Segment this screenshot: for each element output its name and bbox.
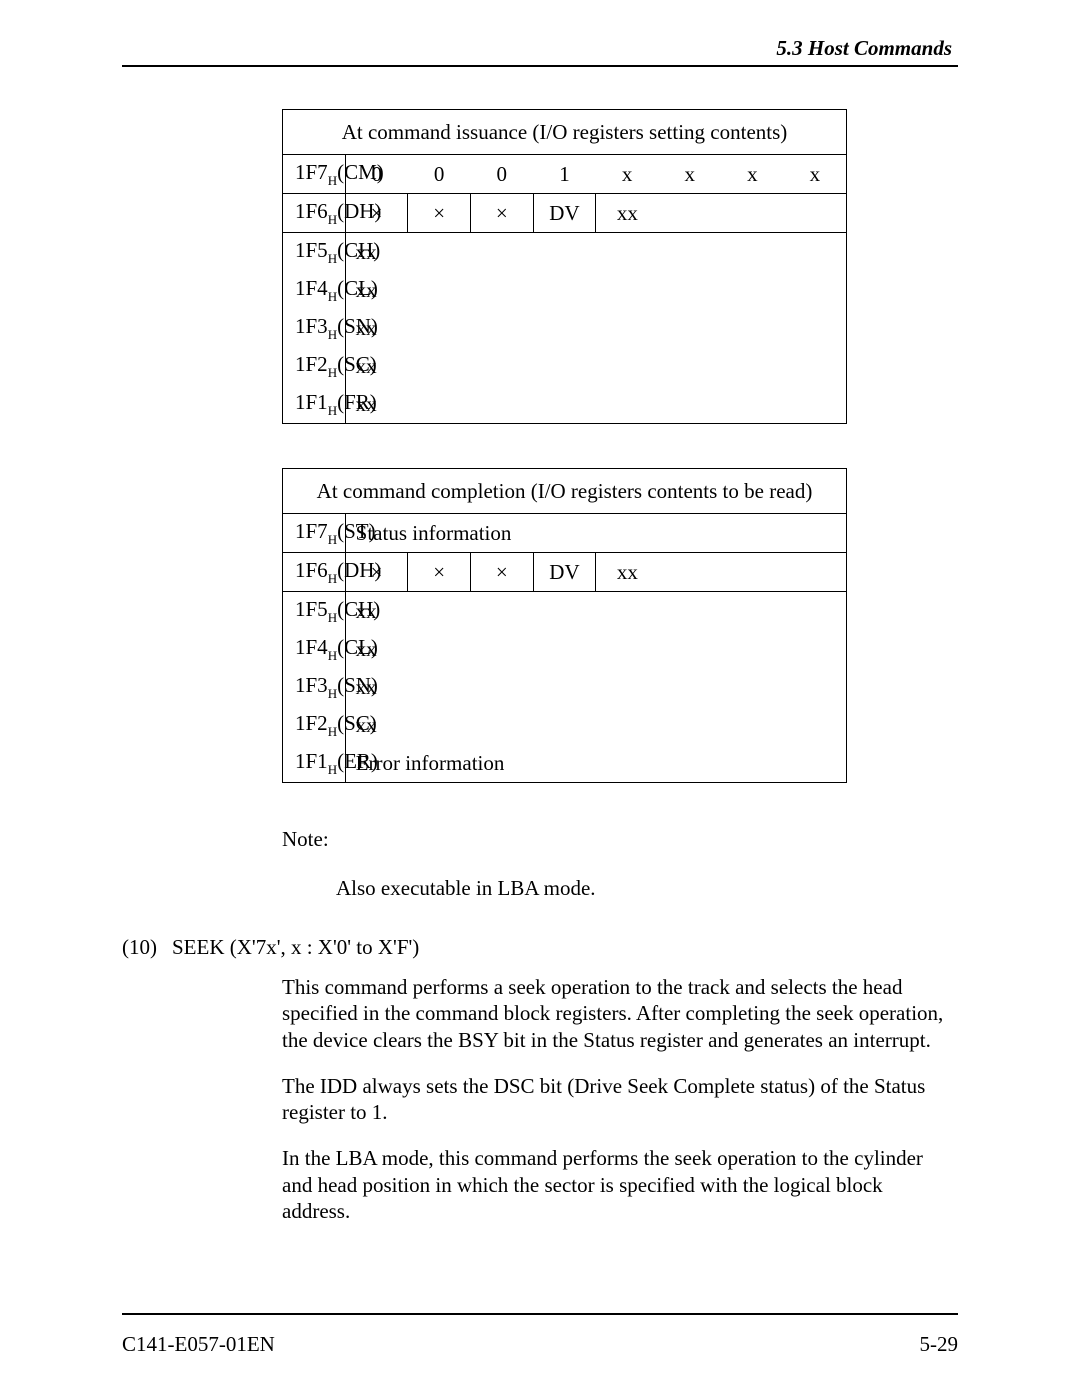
paragraph: This command performs a seek operation t… [282, 974, 948, 1053]
table-row: 1F7H(CM) 0 0 0 1 x x x x [283, 155, 847, 194]
cm-bit4: 1 [533, 155, 596, 194]
dh2-bit3: xx [596, 553, 659, 592]
note-label: Note: [282, 827, 958, 852]
table-row: 1F5H(CH) xx [283, 233, 847, 272]
reg-label-sn2: 1F3H(SN) [283, 668, 346, 706]
table-row: 1F7H(ST) Status information [283, 514, 847, 553]
footer-rule [122, 1313, 958, 1315]
section-title: SEEK (X'7x', x : X'0' to X'F') [172, 935, 419, 960]
table-row: 1F1H(FR) xx [283, 385, 847, 424]
reg-label-cm: 1F7H(CM) [283, 155, 346, 194]
cm-bit5: 0 [470, 155, 533, 194]
page-footer: C141-E057-01EN 5-29 [122, 1332, 958, 1357]
reg-label-sn: 1F3H(SN) [283, 309, 346, 347]
dh2-bit6: × [408, 553, 471, 592]
completion-table-wrap: At command completion (I/O registers con… [282, 468, 847, 783]
dh-bit6: × [408, 194, 471, 233]
cm-bit2: x [658, 155, 721, 194]
issuance-table: At command issuance (I/O registers setti… [282, 109, 847, 424]
table-row: 1F4H(CL) xx [283, 271, 847, 309]
table-row: 1F3H(SN) xx [283, 668, 847, 706]
cm-bit6: 0 [408, 155, 471, 194]
sn2-val: xx [345, 668, 846, 706]
cl-val: xx [345, 271, 846, 309]
st-val: Status information [345, 514, 846, 553]
section-heading: (10) SEEK (X'7x', x : X'0' to X'F') [122, 935, 958, 960]
reg-label-sc2: 1F2H(SC) [283, 706, 346, 744]
dh-bit0 [784, 194, 847, 233]
paragraph: In the LBA mode, this command performs t… [282, 1145, 948, 1224]
table-row: 1F6H(DH) × × × DV xx [283, 553, 847, 592]
section-number: (10) [122, 935, 162, 960]
page: 5.3 Host Commands At command issuance (I… [0, 0, 1080, 1397]
cm-bit3: x [596, 155, 659, 194]
ch2-val: xx [345, 592, 846, 631]
sn-val: xx [345, 309, 846, 347]
sc-val: xx [345, 347, 846, 385]
cl2-val: xx [345, 630, 846, 668]
footer-page-number: 5-29 [920, 1332, 959, 1357]
dh-bit2 [658, 194, 721, 233]
reg-label-fr: 1F1H(FR) [283, 385, 346, 424]
dh-bit1 [721, 194, 784, 233]
sc2-val: xx [345, 706, 846, 744]
reg-label-st: 1F7H(ST) [283, 514, 346, 553]
dh-bit5: × [470, 194, 533, 233]
reg-label-cl: 1F4H(CL) [283, 271, 346, 309]
completion-table: At command completion (I/O registers con… [282, 468, 847, 783]
cm-bit0: x [784, 155, 847, 194]
table-row: 1F2H(SC) xx [283, 347, 847, 385]
reg-label-er: 1F1H(ER) [283, 744, 346, 783]
issuance-table-wrap: At command issuance (I/O registers setti… [282, 109, 847, 424]
dh2-bit0 [784, 553, 847, 592]
ch-val: xx [345, 233, 846, 272]
paragraph: The IDD always sets the DSC bit (Drive S… [282, 1073, 948, 1126]
completion-table-title: At command completion (I/O registers con… [283, 469, 847, 514]
footer-doc-id: C141-E057-01EN [122, 1332, 275, 1357]
reg-label-dh2: 1F6H(DH) [283, 553, 346, 592]
note-body: Also executable in LBA mode. [336, 876, 958, 901]
dh-bit3: xx [596, 194, 659, 233]
reg-label-cl2: 1F4H(CL) [283, 630, 346, 668]
reg-label-ch2: 1F5H(CH) [283, 592, 346, 631]
reg-label-dh: 1F6H(DH) [283, 194, 346, 233]
header-section-text: 5.3 Host Commands [776, 36, 952, 60]
cm-bit1: x [721, 155, 784, 194]
table-row: At command completion (I/O registers con… [283, 469, 847, 514]
issuance-table-title: At command issuance (I/O registers setti… [283, 110, 847, 155]
note-block: Note: Also executable in LBA mode. [282, 827, 958, 901]
fr-val: xx [345, 385, 846, 424]
dh-bit4: DV [533, 194, 596, 233]
dh2-bit1 [721, 553, 784, 592]
table-row: 1F5H(CH) xx [283, 592, 847, 631]
er-val: Error information [345, 744, 846, 783]
table-row: 1F4H(CL) xx [283, 630, 847, 668]
dh2-bit4: DV [533, 553, 596, 592]
table-row: 1F1H(ER) Error information [283, 744, 847, 783]
table-row: 1F2H(SC) xx [283, 706, 847, 744]
table-row: At command issuance (I/O registers setti… [283, 110, 847, 155]
reg-label-ch: 1F5H(CH) [283, 233, 346, 272]
table-row: 1F3H(SN) xx [283, 309, 847, 347]
page-header: 5.3 Host Commands [122, 36, 958, 61]
reg-label-sc: 1F2H(SC) [283, 347, 346, 385]
dh2-bit2 [658, 553, 721, 592]
table-row: 1F6H(DH) × × × DV xx [283, 194, 847, 233]
dh2-bit5: × [470, 553, 533, 592]
header-rule [122, 65, 958, 67]
